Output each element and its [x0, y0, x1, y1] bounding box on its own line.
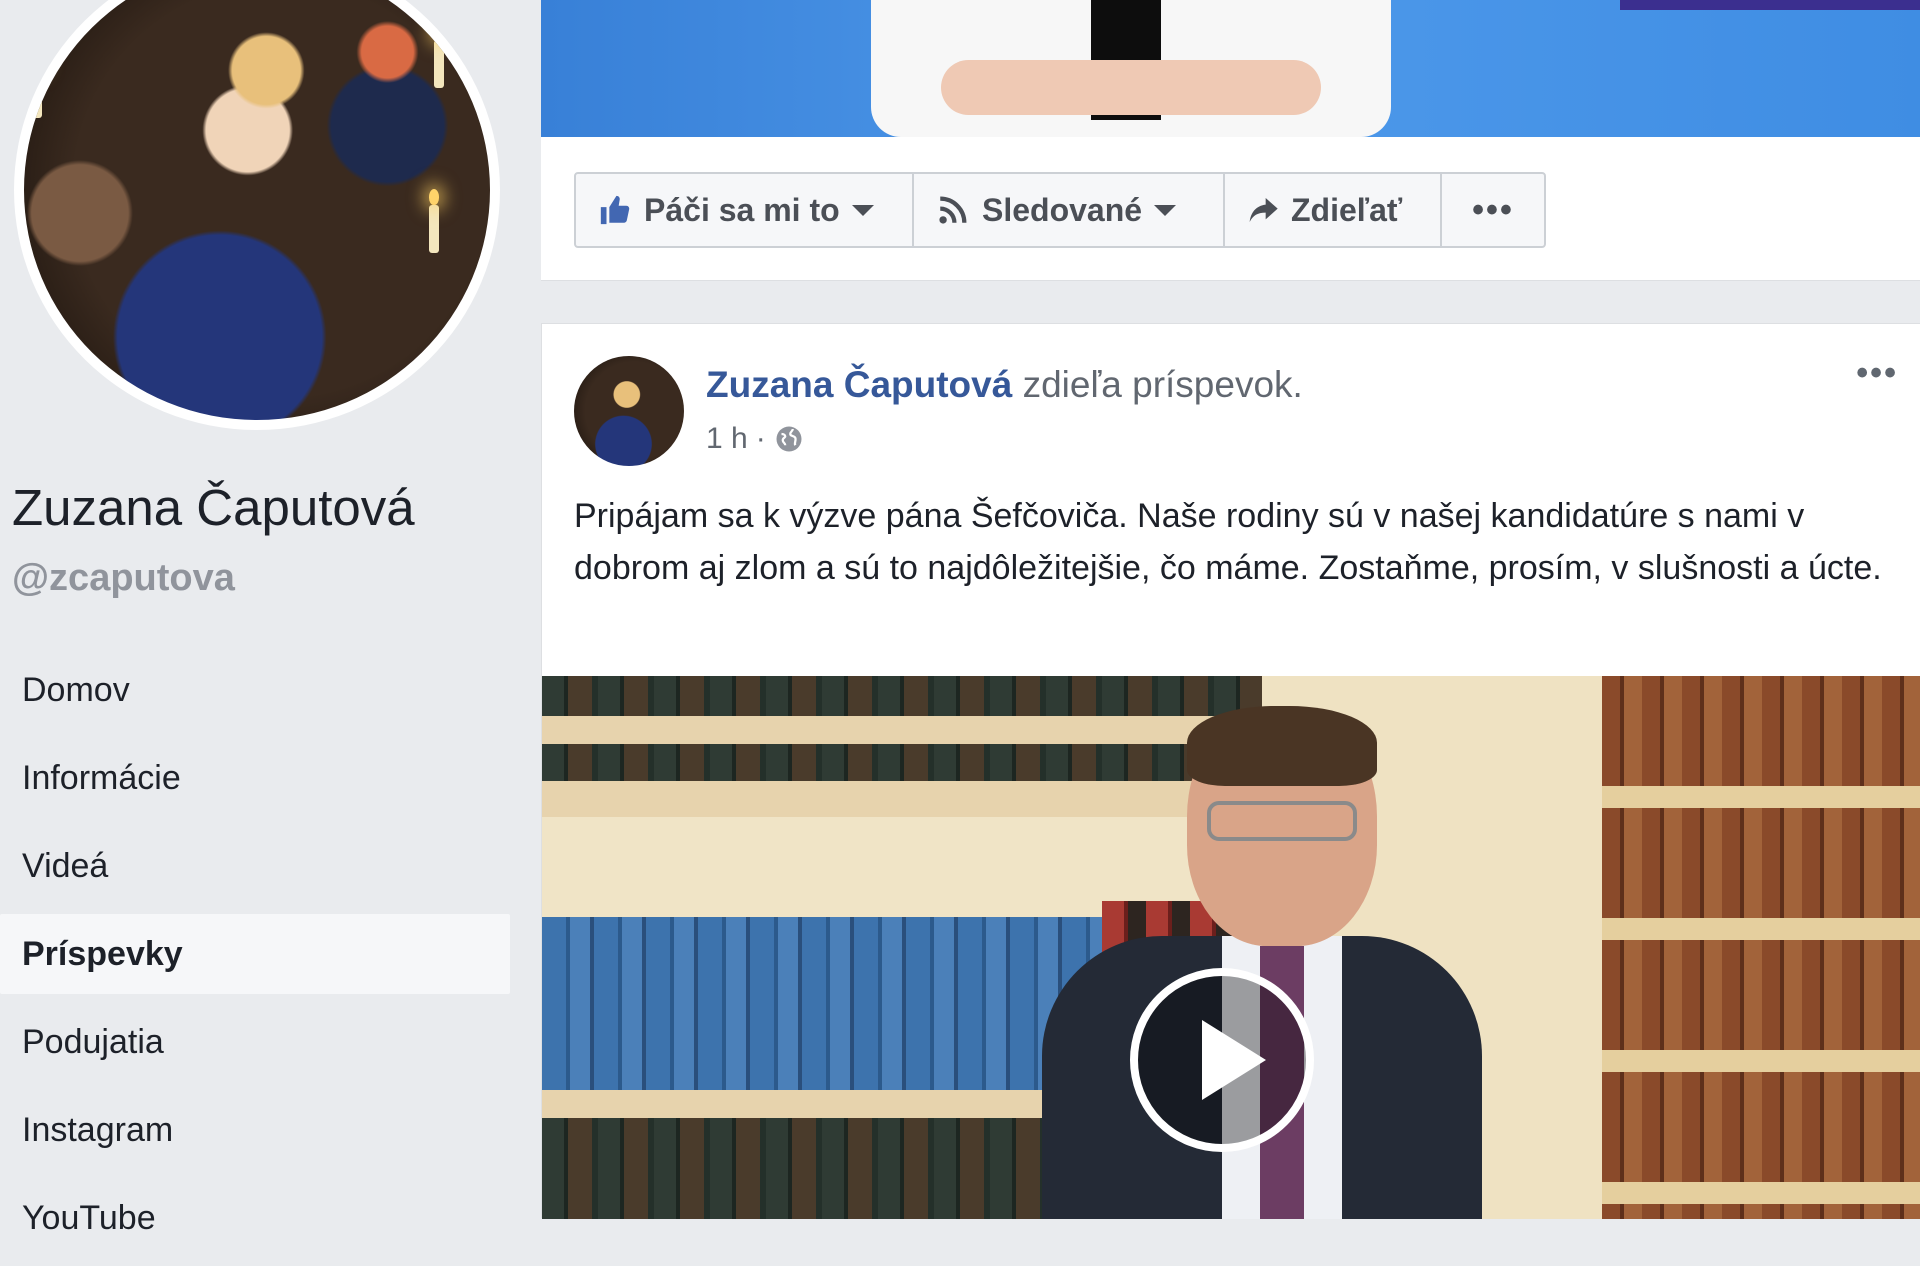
nav-item-youtube[interactable]: YouTube	[0, 1178, 510, 1258]
share-page-button[interactable]: Zdieľať	[1225, 174, 1442, 246]
books-blue	[542, 917, 1102, 1090]
speaker-glasses	[1207, 801, 1357, 841]
thumbs-up-icon	[600, 195, 630, 225]
post-action-text[interactable]: zdieľa príspevok.	[1023, 364, 1303, 405]
bookshelf-right	[1602, 676, 1920, 1219]
page-username[interactable]: @zcaputova	[12, 557, 235, 600]
cover-photo[interactable]	[541, 0, 1920, 137]
left-column: Zuzana Čaputová @zcaputova Domov Informá…	[0, 0, 525, 1237]
page-action-bar: Páči sa mi to Sledované Zdieľať •••	[574, 172, 1546, 248]
candle-decoration	[429, 189, 439, 253]
post-text: Pripájam sa k výzve pána Šefčoviča. Naše…	[574, 497, 1882, 587]
share-page-label: Zdieľať	[1291, 191, 1403, 228]
meta-separator: ·	[755, 422, 766, 455]
candle-decoration	[434, 24, 444, 88]
share-arrow-icon	[1249, 198, 1278, 222]
rss-icon	[939, 196, 967, 224]
post-card: Zuzana Čaputová zdieľa príspevok. 1 h · …	[541, 323, 1920, 1219]
post-options-button[interactable]: •••	[1856, 354, 1898, 393]
page-name[interactable]: Zuzana Čaputová	[12, 478, 415, 537]
follow-page-button[interactable]: Sledované	[914, 174, 1225, 246]
post-author-avatar[interactable]	[574, 356, 684, 466]
video-play-button[interactable]	[1130, 968, 1314, 1152]
profile-picture[interactable]	[14, 0, 500, 430]
chevron-down-icon	[851, 204, 874, 216]
page-navigation: Domov Informácie Videá Príspevky Podujat…	[0, 650, 510, 1266]
cover-figure	[871, 0, 1391, 137]
post-header: Zuzana Čaputová zdieľa príspevok.	[706, 364, 1303, 406]
nav-item-prispevky[interactable]: Príspevky	[0, 914, 510, 994]
follow-page-label: Sledované	[982, 191, 1143, 228]
chevron-down-icon	[1154, 204, 1177, 216]
nav-item-videa[interactable]: Videá	[0, 826, 510, 906]
like-page-button[interactable]: Páči sa mi to	[576, 174, 914, 246]
post-video[interactable]	[542, 676, 1920, 1219]
nav-item-podujatia[interactable]: Podujatia	[0, 1002, 510, 1082]
post-author-link[interactable]: Zuzana Čaputová	[706, 364, 1012, 405]
nav-item-informacie[interactable]: Informácie	[0, 738, 510, 818]
speaker-hair	[1187, 706, 1377, 786]
like-page-label: Páči sa mi to	[644, 191, 840, 228]
cover-badge	[1620, 0, 1920, 10]
play-icon	[1202, 1020, 1266, 1100]
more-options-icon: •••	[1472, 191, 1514, 229]
post-meta: 1 h ·	[706, 422, 804, 456]
post-timestamp[interactable]: 1 h	[706, 422, 748, 456]
candle-decoration	[32, 54, 42, 118]
nav-item-instagram[interactable]: Instagram	[0, 1090, 510, 1170]
page-header-card: Páči sa mi to Sledované Zdieľať •••	[541, 0, 1920, 281]
more-options-button[interactable]: •••	[1442, 174, 1544, 246]
nav-item-domov[interactable]: Domov	[0, 650, 510, 730]
globe-icon	[776, 426, 802, 452]
